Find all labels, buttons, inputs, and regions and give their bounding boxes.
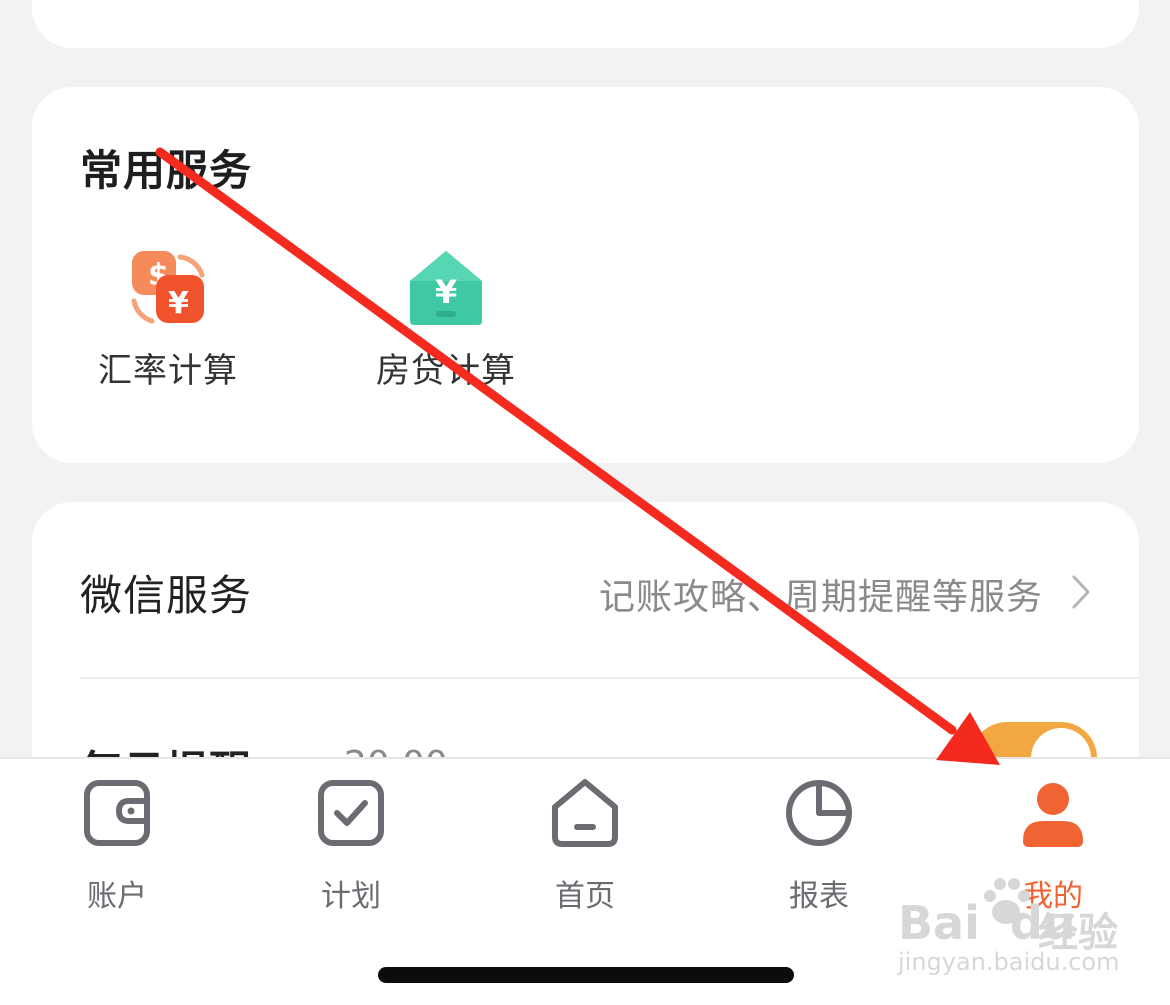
mortgage-house-icon: ¥	[410, 251, 482, 325]
svg-text:¥: ¥	[435, 273, 457, 311]
paw-logo-icon	[984, 878, 1030, 924]
tab-plan[interactable]: 计划	[281, 777, 421, 915]
currency-exchange-icon: $ ¥	[131, 251, 205, 324]
checkbox-icon	[318, 780, 384, 846]
baidu-watermark: Bai du 经验 jingyan.baidu.com	[898, 872, 1120, 980]
home-indicator	[378, 967, 794, 983]
service-mortgage[interactable]: ¥ 房贷计算	[346, 247, 546, 392]
wechat-service-row[interactable]: 微信服务 记账攻略、周期提醒等服务	[32, 502, 1139, 679]
user-icon	[1023, 783, 1083, 847]
service-exchange-rate[interactable]: $ ¥ 汇率计算	[68, 247, 268, 392]
svg-text:¥: ¥	[168, 286, 189, 321]
section-title: 常用服务	[80, 146, 253, 195]
tab-label: 计划	[321, 879, 381, 914]
tab-label: 首页	[555, 879, 615, 914]
tab-report[interactable]: 报表	[749, 777, 889, 915]
watermark-url: jingyan.baidu.com	[898, 948, 1120, 976]
tab-home[interactable]: 首页	[515, 777, 655, 915]
common-services-card: 常用服务 $ ¥ 汇率计算 ¥ 房贷计算	[32, 87, 1139, 463]
tab-account[interactable]: 账户	[47, 777, 187, 915]
tab-label: 报表	[789, 879, 849, 914]
tab-label: 账户	[87, 879, 147, 914]
row-description: 记账攻略、周期提醒等服务	[598, 577, 1043, 618]
home-icon	[552, 779, 618, 847]
service-label: 汇率计算	[98, 351, 238, 391]
row-title: 微信服务	[80, 571, 253, 620]
top-card	[32, 0, 1139, 48]
wallet-icon	[84, 780, 150, 846]
service-label: 房贷计算	[376, 351, 516, 391]
pie-chart-icon	[786, 780, 852, 846]
chevron-right-icon	[1072, 575, 1090, 609]
